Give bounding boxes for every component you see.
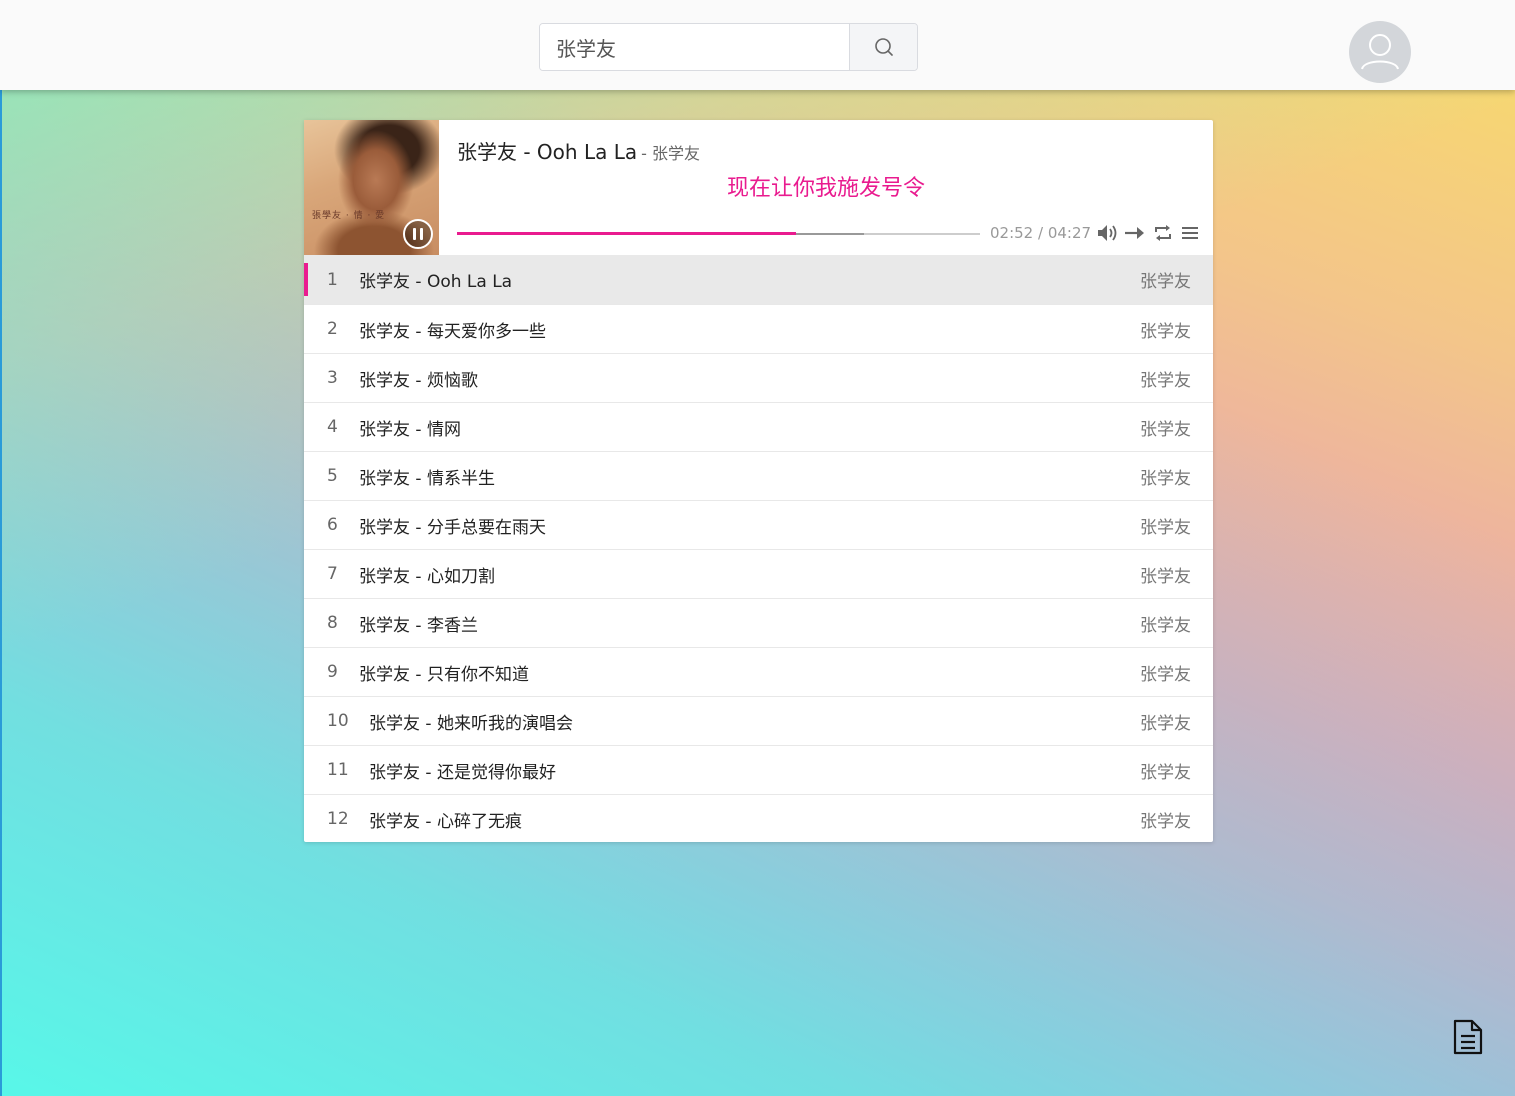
time-display: 02:52 / 04:27 [990, 224, 1092, 242]
track-artist: 张学友 [1140, 517, 1191, 538]
track-artist: 张学友 [1140, 811, 1191, 832]
track-artist: 张学友 [1140, 321, 1191, 342]
search-button[interactable] [849, 24, 917, 70]
playlist-row[interactable]: 1 张学友 - Ooh La La 张学友 [304, 255, 1213, 304]
order-icon [1125, 227, 1144, 239]
playlist-row[interactable]: 9 张学友 - 只有你不知道 张学友 [304, 647, 1213, 696]
track-title: 张学友 - 心碎了无痕 [369, 811, 522, 832]
music-player: 張學友 · 情 · 愛 张学友 - Ooh La La - 张学友 现在让你我施发… [304, 120, 1213, 842]
search-input[interactable] [540, 24, 850, 70]
track-artist: 张学友 [1140, 468, 1191, 489]
track-title: 张学友 - 每天爱你多一些 [359, 321, 546, 342]
track-number: 9 [327, 662, 338, 682]
progress-played [457, 232, 796, 235]
track-number: 3 [327, 368, 338, 388]
volume-button[interactable] [1096, 222, 1120, 248]
playlist-row[interactable]: 3 张学友 - 烦恼歌 张学友 [304, 353, 1213, 402]
user-icon [1361, 34, 1399, 70]
lyric-line: 现在让你我施发号令 [726, 176, 925, 201]
top-header [0, 0, 1515, 90]
track-number: 10 [327, 711, 349, 731]
track-title: 张学友 - 情系半生 [359, 468, 495, 489]
menu-button[interactable] [1180, 222, 1200, 248]
document-icon [1453, 1019, 1483, 1055]
track-number: 2 [327, 319, 338, 339]
active-indicator [304, 263, 308, 296]
track-artist: 张学友 [1140, 713, 1191, 734]
order-button[interactable] [1123, 222, 1147, 248]
playlist-row[interactable]: 6 张学友 - 分手总要在雨天 张学友 [304, 500, 1213, 549]
progress-bar[interactable] [457, 232, 980, 236]
playlist-row[interactable]: 10 张学友 - 她来听我的演唱会 张学友 [304, 696, 1213, 745]
loop-icon [1155, 225, 1171, 241]
track-title: 张学友 - 分手总要在雨天 [359, 517, 546, 538]
pause-button[interactable] [403, 219, 433, 249]
song-title: 张学友 - Ooh La La [457, 140, 638, 164]
document-button[interactable] [1452, 1019, 1484, 1055]
search-box [539, 23, 918, 71]
playlist: 1 张学友 - Ooh La La 张学友 2 张学友 - 每天爱你多一些 张学友 3 张学友… [304, 255, 1213, 843]
playlist-row[interactable]: 7 张学友 - 心如刀割 张学友 [304, 549, 1213, 598]
loop-button[interactable] [1152, 222, 1174, 248]
playlist-row[interactable]: 2 张学友 - 每天爱你多一些 张学友 [304, 304, 1213, 353]
track-artist: 张学友 [1140, 566, 1191, 587]
cover-text: 張學友 · 情 · 愛 [312, 211, 386, 221]
track-artist: 张学友 [1140, 272, 1191, 292]
track-title: 张学友 - Ooh La La [359, 272, 513, 292]
track-title: 张学友 - 情网 [359, 419, 461, 440]
avatar[interactable] [1349, 21, 1411, 83]
track-number: 11 [327, 760, 349, 780]
track-title: 张学友 - 她来听我的演唱会 [369, 713, 573, 734]
pause-icon [411, 228, 425, 240]
track-title: 张学友 - 烦恼歌 [359, 370, 478, 391]
track-title: 张学友 - 心如刀割 [359, 566, 495, 587]
track-artist: 张学友 [1140, 615, 1191, 636]
track-artist: 张学友 [1140, 664, 1191, 685]
menu-icon [1182, 227, 1198, 239]
playlist-row[interactable]: 11 张学友 - 还是觉得你最好 张学友 [304, 745, 1213, 794]
playlist-row[interactable]: 4 张学友 - 情网 张学友 [304, 402, 1213, 451]
track-title: 张学友 - 只有你不知道 [359, 664, 529, 685]
volume-icon [1098, 225, 1117, 241]
playlist-row[interactable]: 5 张学友 - 情系半生 张学友 [304, 451, 1213, 500]
track-number: 1 [327, 269, 338, 290]
track-number: 7 [327, 564, 338, 584]
album-cover: 張學友 · 情 · 愛 [304, 120, 439, 255]
track-info: 张学友 - Ooh La La - 张学友 [457, 136, 700, 165]
track-number: 5 [327, 466, 338, 486]
track-title: 张学友 - 还是觉得你最好 [369, 762, 556, 783]
track-number: 4 [327, 417, 338, 437]
playlist-row[interactable]: 8 张学友 - 李香兰 张学友 [304, 598, 1213, 647]
track-number: 12 [327, 809, 349, 829]
track-artist: 张学友 [1140, 419, 1191, 440]
song-artist: - 张学友 [641, 144, 700, 163]
search-icon [874, 38, 893, 56]
playlist-row[interactable]: 12 张学友 - 心碎了无痕 张学友 [304, 794, 1213, 843]
track-title: 张学友 - 李香兰 [359, 615, 478, 636]
track-number: 6 [327, 515, 338, 535]
window-edge [0, 0, 2, 1096]
track-artist: 张学友 [1140, 762, 1191, 783]
track-number: 8 [327, 613, 338, 633]
track-artist: 张学友 [1140, 370, 1191, 391]
